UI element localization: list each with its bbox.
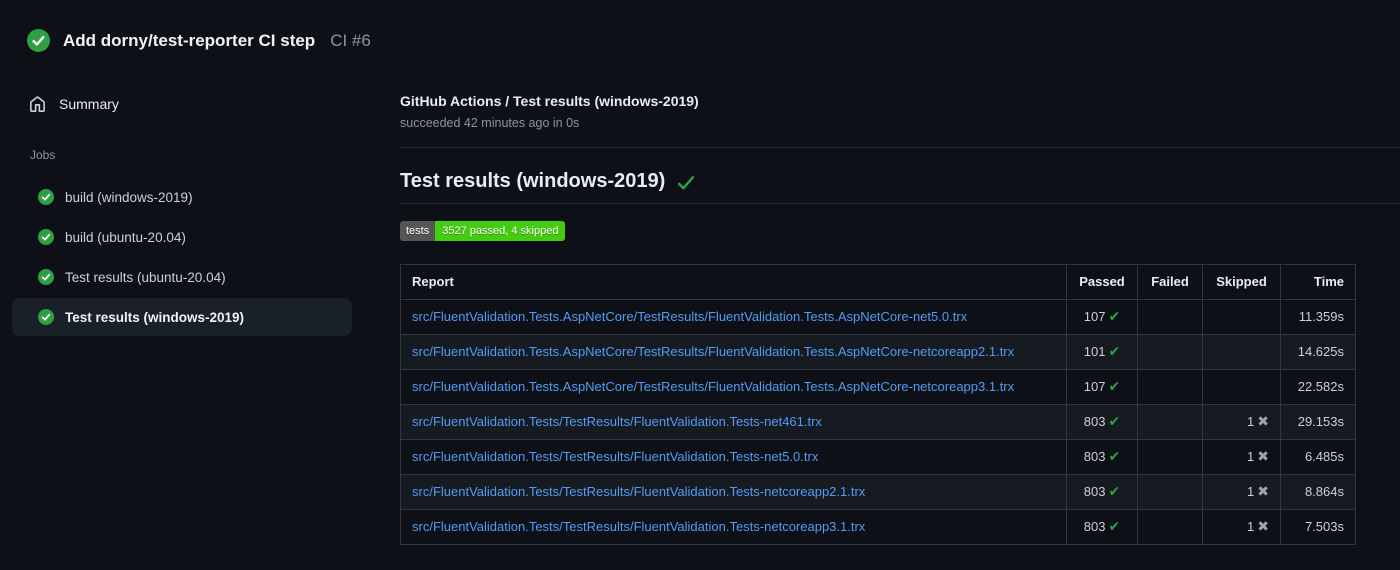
time-cell: 11.359s — [1280, 299, 1356, 335]
time-cell: 8.864s — [1280, 474, 1356, 510]
skipped-x-icon: ✖ — [1257, 484, 1269, 500]
passed-cell: 803 ✔ — [1066, 474, 1138, 510]
success-check-circle-icon — [38, 189, 54, 205]
passed-check-icon: ✔ — [1108, 449, 1121, 465]
sidebar-job-item[interactable]: build (ubuntu-20.04) — [12, 218, 352, 256]
passed-cell: 803 ✔ — [1066, 404, 1138, 440]
success-check-icon — [678, 176, 695, 190]
passed-cell: 803 ✔ — [1066, 439, 1138, 475]
passed-check-icon: ✔ — [1108, 344, 1121, 360]
skipped-cell: 1 ✖ — [1202, 474, 1281, 510]
failed-cell — [1137, 404, 1203, 440]
column-header-skipped: Skipped — [1202, 264, 1281, 300]
passed-check-icon: ✔ — [1108, 309, 1121, 325]
table-row: src/FluentValidation.Tests/TestResults/F… — [400, 439, 1356, 475]
summary-label: Summary — [59, 96, 119, 112]
report-link[interactable]: src/FluentValidation.Tests.AspNetCore/Te… — [412, 344, 1014, 359]
job-label: Test results (windows-2019) — [65, 309, 245, 325]
skipped-x-icon: ✖ — [1257, 519, 1269, 535]
test-results-table: Report Passed Failed Skipped Time src/Fl… — [400, 264, 1356, 545]
time-cell: 7.503s — [1280, 509, 1356, 545]
passed-cell: 803 ✔ — [1066, 509, 1138, 545]
column-header-passed: Passed — [1066, 264, 1138, 300]
passed-cell: 101 ✔ — [1066, 334, 1138, 370]
column-header-failed: Failed — [1137, 264, 1203, 300]
job-list: build (windows-2019) build (ubuntu-20.04… — [0, 178, 400, 336]
success-check-circle-icon — [27, 29, 50, 52]
failed-cell — [1137, 474, 1203, 510]
failed-cell — [1137, 299, 1203, 335]
section-heading: Test results (windows-2019) — [400, 170, 1400, 193]
page-layout: Summary Jobs build (windows-2019) build … — [0, 93, 1400, 545]
table-row: src/FluentValidation.Tests.AspNetCore/Te… — [400, 369, 1356, 405]
failed-cell — [1137, 439, 1203, 475]
skipped-cell: 1 ✖ — [1202, 509, 1281, 545]
job-label: build (ubuntu-20.04) — [65, 229, 186, 245]
sidebar-job-item[interactable]: Test results (windows-2019) — [12, 298, 352, 336]
failed-cell — [1137, 334, 1203, 370]
time-cell: 22.582s — [1280, 369, 1356, 405]
skipped-cell: 1 ✖ — [1202, 404, 1281, 440]
main-content: GitHub Actions / Test results (windows-2… — [400, 93, 1400, 545]
success-check-circle-icon — [38, 309, 54, 325]
badge-label: tests — [400, 221, 436, 241]
home-icon — [30, 95, 45, 112]
success-check-circle-icon — [38, 229, 54, 245]
skipped-cell — [1202, 299, 1281, 335]
table-row: src/FluentValidation.Tests.AspNetCore/Te… — [400, 334, 1356, 370]
skipped-x-icon: ✖ — [1257, 449, 1269, 465]
column-header-time: Time — [1280, 264, 1356, 300]
skipped-x-icon: ✖ — [1257, 414, 1269, 430]
report-link[interactable]: src/FluentValidation.Tests.AspNetCore/Te… — [412, 309, 967, 324]
check-run-status: succeeded 42 minutes ago in 0s — [400, 116, 580, 130]
report-link[interactable]: src/FluentValidation.Tests/TestResults/F… — [412, 414, 822, 429]
success-check-circle-icon — [38, 269, 54, 285]
time-cell: 14.625s — [1280, 334, 1356, 370]
passed-check-icon: ✔ — [1108, 414, 1121, 430]
run-title: Add dorny/test-reporter CI step — [63, 30, 316, 50]
column-header-report: Report — [400, 264, 1067, 300]
divider — [400, 147, 1400, 148]
time-cell: 6.485s — [1280, 439, 1356, 475]
tests-badge: tests 3527 passed, 4 skipped — [400, 221, 566, 241]
failed-cell — [1137, 369, 1203, 405]
section-heading-text: Test results (windows-2019) — [400, 170, 666, 192]
table-row: src/FluentValidation.Tests/TestResults/F… — [400, 404, 1356, 440]
skipped-cell — [1202, 369, 1281, 405]
table-row: src/FluentValidation.Tests/TestResults/F… — [400, 474, 1356, 510]
sidebar-item-summary[interactable]: Summary — [29, 93, 400, 115]
time-cell: 29.153s — [1280, 404, 1356, 440]
run-header: Add dorny/test-reporter CI step CI #6 — [0, 0, 1400, 52]
divider — [400, 203, 1400, 204]
passed-cell: 107 ✔ — [1066, 299, 1138, 335]
table-row: src/FluentValidation.Tests.AspNetCore/Te… — [400, 299, 1356, 335]
badge-value: 3527 passed, 4 skipped — [435, 221, 566, 241]
passed-cell: 107 ✔ — [1066, 369, 1138, 405]
passed-check-icon: ✔ — [1108, 519, 1121, 535]
table-header-row: Report Passed Failed Skipped Time — [400, 264, 1356, 300]
report-link[interactable]: src/FluentValidation.Tests.AspNetCore/Te… — [412, 379, 1014, 394]
sidebar: Summary Jobs build (windows-2019) build … — [0, 93, 400, 545]
job-label: Test results (ubuntu-20.04) — [65, 269, 226, 285]
failed-cell — [1137, 509, 1203, 545]
job-label: build (windows-2019) — [65, 189, 193, 205]
table-row: src/FluentValidation.Tests/TestResults/F… — [400, 509, 1356, 545]
passed-check-icon: ✔ — [1108, 484, 1121, 500]
skipped-cell: 1 ✖ — [1202, 439, 1281, 475]
run-number: CI #6 — [330, 30, 371, 50]
check-run-title: GitHub Actions / Test results (windows-2… — [400, 93, 699, 109]
jobs-section-label: Jobs — [30, 148, 56, 162]
skipped-cell — [1202, 334, 1281, 370]
report-link[interactable]: src/FluentValidation.Tests/TestResults/F… — [412, 484, 865, 499]
report-link[interactable]: src/FluentValidation.Tests/TestResults/F… — [412, 519, 865, 534]
report-link[interactable]: src/FluentValidation.Tests/TestResults/F… — [412, 449, 818, 464]
workflow-run-page: { "run_header": { "title": "Add dorny/te… — [0, 0, 1400, 570]
passed-check-icon: ✔ — [1108, 379, 1121, 395]
sidebar-job-item[interactable]: build (windows-2019) — [12, 178, 352, 216]
sidebar-job-item[interactable]: Test results (ubuntu-20.04) — [12, 258, 352, 296]
